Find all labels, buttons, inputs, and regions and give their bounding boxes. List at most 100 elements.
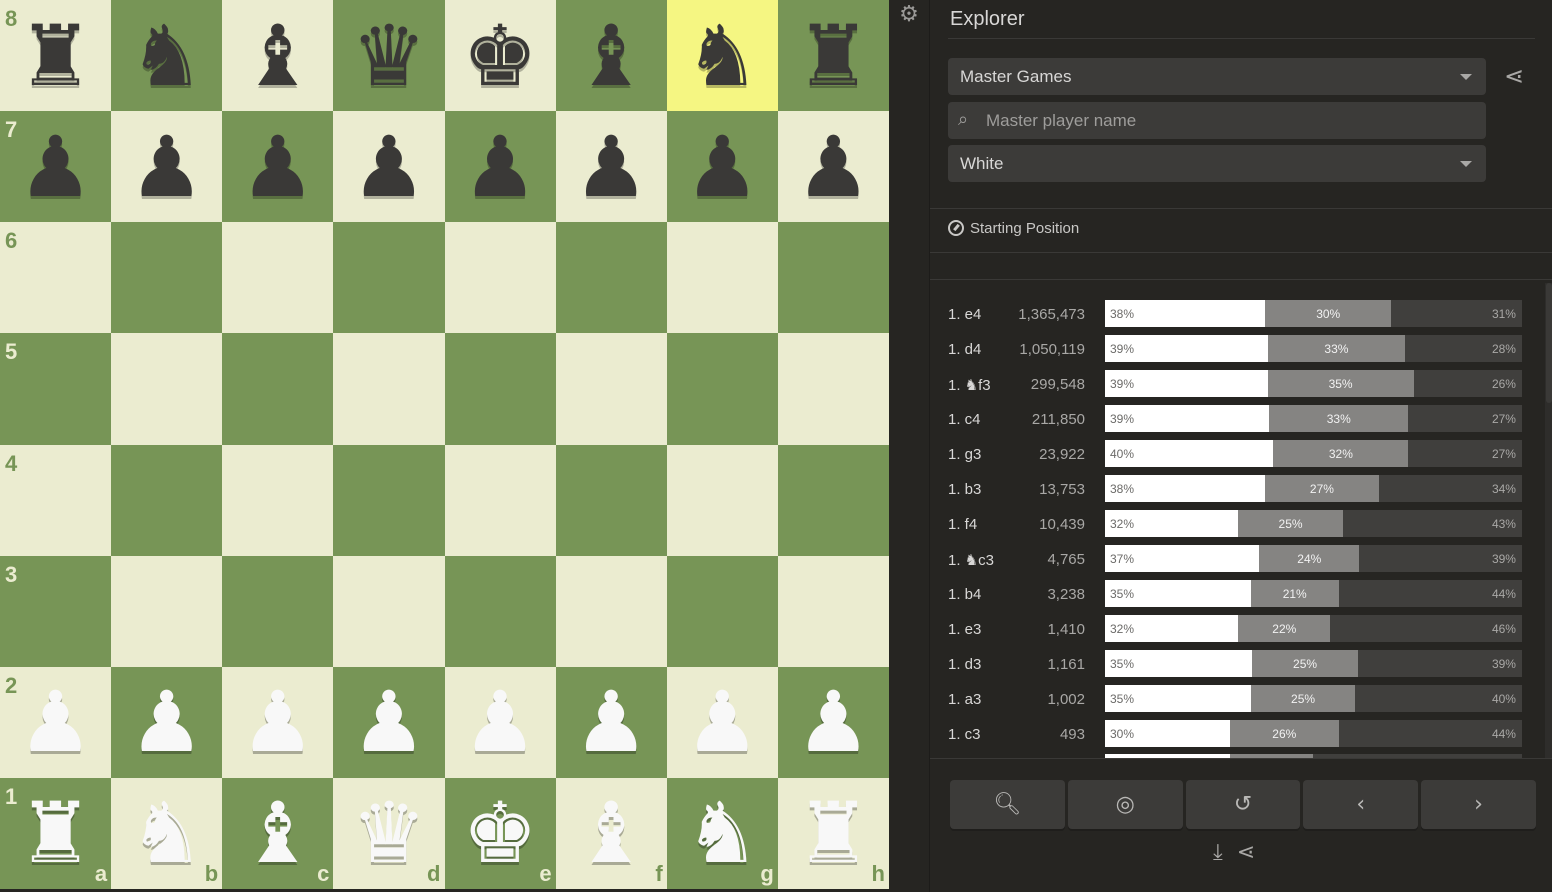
move-row[interactable]: 1. ♞f3 299,548 39% 35% 26% <box>948 369 1528 404</box>
black-knight-icon[interactable]: ♞ <box>667 0 778 111</box>
move-row[interactable]: 1. f4 10,439 32% 25% 43% <box>948 509 1528 544</box>
analysis-button[interactable]: 🔍︎ <box>950 780 1065 829</box>
gear-icon[interactable]: ⚙ <box>898 4 920 26</box>
square-e1[interactable]: ♚ e <box>444 777 556 889</box>
move-row[interactable]: 1. d4 1,050,119 39% 33% 28% <box>948 334 1528 369</box>
square-d1[interactable]: ♛ d <box>333 777 445 889</box>
move-row[interactable]: 1. b3 13,753 38% 27% 34% <box>948 474 1528 509</box>
square-d3[interactable] <box>333 555 445 667</box>
square-g2[interactable]: ♟ <box>666 666 778 778</box>
move-row[interactable]: 1. c4 211,850 39% 33% 27% <box>948 404 1528 439</box>
square-e3[interactable] <box>444 555 556 667</box>
square-a5[interactable]: 5 <box>0 333 112 445</box>
square-e8[interactable]: ♚ <box>444 0 556 112</box>
square-g1[interactable]: ♞ g <box>666 777 778 889</box>
white-pawn-icon[interactable]: ♟ <box>778 667 889 778</box>
square-c6[interactable] <box>222 222 334 334</box>
move-row[interactable]: 1. e4 1,365,473 38% 30% 31% <box>948 299 1528 334</box>
black-pawn-icon[interactable]: ♟ <box>333 111 444 222</box>
white-pawn-icon[interactable]: ♟ <box>111 667 222 778</box>
square-a4[interactable]: 4 <box>0 444 112 556</box>
white-bishop-icon[interactable]: ♝ <box>556 778 667 889</box>
square-d7[interactable]: ♟ <box>333 111 445 223</box>
square-d5[interactable] <box>333 333 445 445</box>
square-a6[interactable]: 6 <box>0 222 112 334</box>
move-row[interactable]: 1. ♞c3 4,765 37% 24% 39% <box>948 544 1528 579</box>
square-h6[interactable] <box>777 222 889 334</box>
black-knight-icon[interactable]: ♞ <box>111 0 222 111</box>
square-h7[interactable]: ♟ <box>777 111 889 223</box>
square-f4[interactable] <box>555 444 667 556</box>
square-g8[interactable]: ♞ <box>666 0 778 112</box>
square-h2[interactable]: ♟ <box>777 666 889 778</box>
white-pawn-icon[interactable]: ♟ <box>667 667 778 778</box>
square-c1[interactable]: ♝ c <box>222 777 334 889</box>
move-row[interactable]: 1. b4 3,238 35% 21% 44% <box>948 579 1528 614</box>
square-a3[interactable]: 3 <box>0 555 112 667</box>
previous-move-button[interactable]: ‹ <box>1303 780 1419 829</box>
black-rook-icon[interactable]: ♜ <box>778 0 889 111</box>
square-c3[interactable] <box>222 555 334 667</box>
square-b7[interactable]: ♟ <box>111 111 223 223</box>
square-f6[interactable] <box>555 222 667 334</box>
square-b5[interactable] <box>111 333 223 445</box>
square-d2[interactable]: ♟ <box>333 666 445 778</box>
next-move-button[interactable]: › <box>1421 780 1536 829</box>
explore-button[interactable]: ◎ <box>1067 780 1183 829</box>
move-row[interactable]: 1. d3 1,161 35% 25% 39% <box>948 649 1528 684</box>
white-pawn-icon[interactable]: ♟ <box>222 667 333 778</box>
square-f1[interactable]: ♝ f <box>555 777 667 889</box>
square-c4[interactable] <box>222 444 334 556</box>
square-g6[interactable] <box>666 222 778 334</box>
square-e2[interactable]: ♟ <box>444 666 556 778</box>
square-h3[interactable] <box>777 555 889 667</box>
square-g4[interactable] <box>666 444 778 556</box>
black-pawn-icon[interactable]: ♟ <box>556 111 667 222</box>
reset-button[interactable]: ↺ <box>1185 780 1301 829</box>
square-h1[interactable]: ♜ h <box>777 777 889 889</box>
square-a2[interactable]: ♟ 2 <box>0 666 112 778</box>
square-a1[interactable]: ♜ 1 a <box>0 777 112 889</box>
black-pawn-icon[interactable]: ♟ <box>445 111 556 222</box>
square-c8[interactable]: ♝ <box>222 0 334 112</box>
square-g7[interactable]: ♟ <box>666 111 778 223</box>
square-d4[interactable] <box>333 444 445 556</box>
square-d6[interactable] <box>333 222 445 334</box>
square-f3[interactable] <box>555 555 667 667</box>
square-e4[interactable] <box>444 444 556 556</box>
download-icon[interactable]: ⤓ <box>1213 840 1223 865</box>
share-icon[interactable]: ⋖ <box>1237 840 1255 865</box>
black-queen-icon[interactable]: ♛ <box>333 0 444 111</box>
move-row[interactable]: 1. e3 1,410 32% 22% 46% <box>948 614 1528 649</box>
square-h4[interactable] <box>777 444 889 556</box>
black-pawn-icon[interactable]: ♟ <box>778 111 889 222</box>
white-pawn-icon[interactable]: ♟ <box>333 667 444 778</box>
square-c2[interactable]: ♟ <box>222 666 334 778</box>
white-pawn-icon[interactable]: ♟ <box>556 667 667 778</box>
square-c5[interactable] <box>222 333 334 445</box>
square-a8[interactable]: ♜ 8 <box>0 0 112 112</box>
white-pawn-icon[interactable]: ♟ <box>445 667 556 778</box>
square-h5[interactable] <box>777 333 889 445</box>
square-b4[interactable] <box>111 444 223 556</box>
square-a7[interactable]: ♟ 7 <box>0 111 112 223</box>
square-g3[interactable] <box>666 555 778 667</box>
black-pawn-icon[interactable]: ♟ <box>111 111 222 222</box>
move-row[interactable]: 1. c3 493 30% 26% 44% <box>948 719 1528 754</box>
square-e5[interactable] <box>444 333 556 445</box>
black-bishop-icon[interactable]: ♝ <box>556 0 667 111</box>
square-c7[interactable]: ♟ <box>222 111 334 223</box>
color-select[interactable]: White <box>948 145 1486 182</box>
square-f5[interactable] <box>555 333 667 445</box>
square-e7[interactable]: ♟ <box>444 111 556 223</box>
square-b2[interactable]: ♟ <box>111 666 223 778</box>
move-row[interactable]: 1. g3 23,922 40% 32% 27% <box>948 439 1528 474</box>
square-d8[interactable]: ♛ <box>333 0 445 112</box>
black-pawn-icon[interactable]: ♟ <box>222 111 333 222</box>
square-b3[interactable] <box>111 555 223 667</box>
square-f8[interactable]: ♝ <box>555 0 667 112</box>
share-icon[interactable]: ⋖ <box>1504 62 1524 90</box>
database-select[interactable]: Master Games <box>948 58 1486 95</box>
move-row[interactable]: 1. a3 1,002 35% 25% 40% <box>948 684 1528 719</box>
square-h8[interactable]: ♜ <box>777 0 889 112</box>
